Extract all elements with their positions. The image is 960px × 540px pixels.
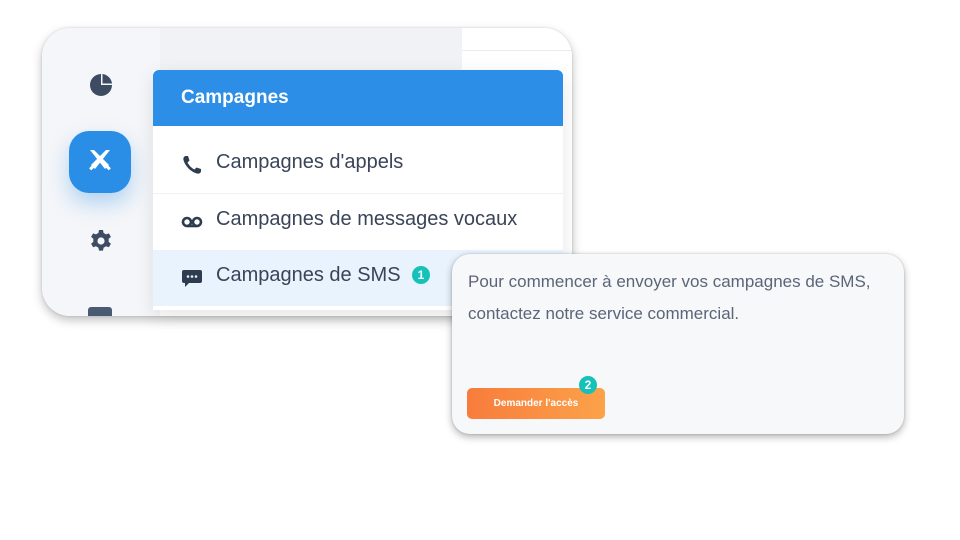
menu-title: Campagnes [181,87,289,108]
tooltip-message: Pour commencer à envoyer vos campagnes d… [468,272,871,323]
sms-chat-icon [181,267,203,289]
sms-access-tooltip: Pour commencer à envoyer vos campagnes d… [452,254,904,434]
menu-item-label: Campagnes de messages vocaux [216,208,518,230]
step-badge-2: 2 [579,376,597,394]
divider [462,50,572,51]
campaigns-nav-button[interactable] [69,131,131,193]
step-badge-1: 1 [412,266,430,284]
menu-item-call-campaigns[interactable]: Campagnes d'appels [153,137,563,194]
menu-header: Campagnes [153,70,563,126]
folder-icon[interactable] [88,307,112,316]
sidebar [42,28,160,316]
phone-icon [181,154,203,176]
menu-item-voicemail-campaigns[interactable]: Campagnes de messages vocaux [153,194,563,251]
gear-icon[interactable] [88,228,114,254]
voicemail-icon [181,211,203,233]
content-header-strip [160,28,462,73]
campaigns-swords-icon [87,147,113,178]
pie-chart-icon[interactable] [88,72,114,98]
menu-item-label: Campagnes de SMS [216,264,401,286]
menu-item-label: Campagnes d'appels [216,151,404,173]
